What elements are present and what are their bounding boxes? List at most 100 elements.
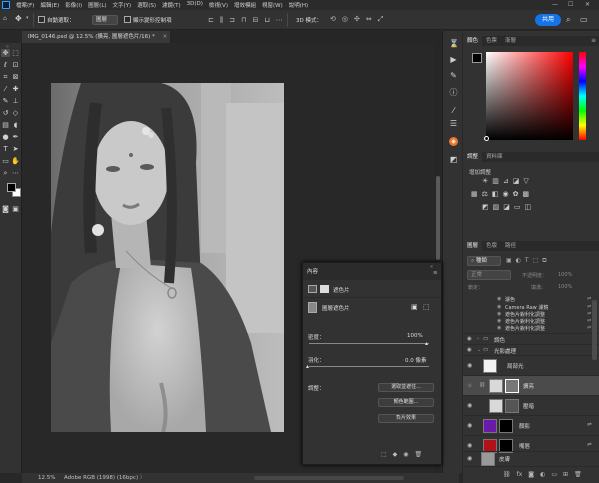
transform-controls-checkbox[interactable]	[124, 16, 131, 23]
filter-item[interactable]: 遮色片銳利化調整	[505, 325, 545, 332]
close-window-button[interactable]: ✕	[585, 1, 590, 8]
3d-pan-icon[interactable]: ✣	[354, 15, 360, 24]
eye-icon[interactable]: ◉	[497, 325, 501, 331]
gradient-map-icon[interactable]: ▭	[514, 203, 521, 211]
auto-select-dropdown[interactable]: 圖層	[92, 15, 118, 25]
pen-tool-icon[interactable]: ✒	[11, 133, 20, 141]
share-button[interactable]: 共用	[535, 14, 561, 26]
filter-options-icon[interactable]: ⇌	[587, 311, 591, 317]
menu-edit[interactable]: 編輯(E)	[40, 1, 59, 9]
eye-icon[interactable]: ◉	[497, 311, 501, 317]
pixel-mask-icon[interactable]	[308, 285, 317, 293]
horizontal-scroll-thumb[interactable]	[254, 476, 404, 480]
color-lookup-icon[interactable]: ▩	[523, 190, 530, 198]
tab-libraries[interactable]: 資料庫	[482, 152, 507, 162]
hue-saturation-icon[interactable]: ▦	[471, 190, 478, 198]
layer-row[interactable]: ◉ 局部光	[463, 355, 599, 375]
layer-row[interactable]: ◉ 皮膚	[463, 451, 599, 466]
object-select-tool-icon[interactable]: ⊡	[11, 61, 20, 69]
black-white-icon[interactable]: ◧	[492, 190, 499, 198]
eye-icon[interactable]: ◉	[497, 296, 501, 302]
layer-effects-icon[interactable]: ⇌	[587, 442, 592, 448]
navigator-icon[interactable]: ◩	[449, 155, 458, 164]
foreground-color-swatch[interactable]	[7, 183, 16, 192]
filter-item[interactable]: 濾色	[505, 296, 515, 303]
move-tool-icon[interactable]: ✥	[1, 49, 10, 57]
crop-tool-icon[interactable]: ⌗	[1, 73, 10, 81]
eye-icon[interactable]: ◉	[467, 347, 472, 353]
menu-view[interactable]: 檢視(V)	[209, 1, 228, 9]
feather-slider-handle[interactable]: ▴	[306, 363, 309, 370]
close-tab-icon[interactable]: ✕	[163, 34, 168, 40]
color-range-button[interactable]: 顏色範圍...	[378, 398, 434, 407]
3d-icon[interactable]: ◈	[449, 137, 458, 146]
layer-row[interactable]: ◉ 顏影 ⇌	[463, 415, 599, 435]
actions-icon[interactable]: ▶	[449, 55, 458, 64]
filter-options-icon[interactable]: ⇌	[587, 304, 591, 310]
density-slider-handle[interactable]: ▴	[425, 340, 428, 347]
posterize-icon[interactable]: ▨	[493, 203, 500, 211]
menu-3d[interactable]: 3D(D)	[187, 1, 203, 9]
exposure-icon[interactable]: ◪	[513, 177, 520, 185]
link-layers-icon[interactable]: ⛓	[503, 471, 511, 478]
layer-row-selected[interactable]: ◉ ⛓ 擴亮	[463, 375, 599, 395]
filter-item[interactable]: 遮色片銳利化調整	[505, 318, 545, 325]
eye-icon[interactable]: ◉	[467, 336, 472, 342]
tab-adjustments[interactable]: 調整	[463, 152, 483, 162]
eye-icon[interactable]: ◉	[467, 442, 474, 449]
menu-type[interactable]: 文字(Y)	[113, 1, 132, 9]
more-options-icon[interactable]: ⋯	[276, 16, 283, 25]
fx-icon[interactable]: fx	[517, 471, 523, 478]
eye-icon[interactable]: ◉	[467, 455, 474, 462]
home-icon[interactable]: ⌂	[3, 15, 7, 22]
feather-value[interactable]: 0.0 像素	[405, 356, 427, 364]
layer-group-row[interactable]: ◉ ⌄ ▭ 光影處理	[463, 344, 599, 355]
blend-mode-dropdown[interactable]: 正常	[467, 270, 511, 280]
eye-icon[interactable]: ◉	[467, 362, 474, 369]
status-menu-icon[interactable]: 〉	[140, 473, 145, 483]
opacity-value[interactable]: 100%	[558, 272, 572, 278]
properties-menu-icon[interactable]: ≡	[433, 270, 438, 276]
filter-pixel-icon[interactable]: ▣	[506, 257, 512, 265]
move-tool-icon[interactable]: ✥	[15, 14, 22, 23]
3d-rotate-icon[interactable]: ⟲	[330, 15, 336, 24]
layer-group-row[interactable]: ◉ › ▭ 調色	[463, 333, 599, 344]
eyedropper-tool-icon[interactable]: ⁄	[1, 85, 10, 93]
3d-slide-icon[interactable]: ⇔	[366, 15, 372, 24]
delete-mask-icon[interactable]: 🗑	[415, 451, 423, 458]
new-adjustment-icon[interactable]: ◐	[540, 471, 545, 478]
curves-icon[interactable]: ⊿	[503, 177, 509, 185]
info-icon[interactable]: ⓘ	[449, 88, 458, 97]
eye-icon[interactable]: ◉	[467, 422, 474, 429]
align-vcenter-icon[interactable]: ⊟	[252, 16, 258, 25]
3d-scale-icon[interactable]: ⤢	[378, 15, 384, 24]
blur-tool-icon[interactable]: ◖	[11, 121, 20, 129]
layer-effects-icon[interactable]: ⇌	[587, 422, 592, 428]
fill-value[interactable]: 100%	[558, 284, 572, 290]
channel-mixer-icon[interactable]: ✿	[513, 190, 519, 198]
frame-tool-icon[interactable]: ⊠	[11, 73, 20, 81]
type-tool-icon[interactable]: T	[1, 145, 10, 153]
align-right-icon[interactable]: ⊐	[229, 16, 235, 25]
document-tab[interactable]: IMG_0146.psd @ 12.5% (擴亮, 圖層遮色片/16) * ✕	[22, 31, 170, 43]
select-and-mask-button[interactable]: 選取並遮住...	[378, 383, 434, 392]
filter-shape-icon[interactable]: ⬚	[533, 257, 539, 265]
layer-mask-thumbnail[interactable]	[505, 379, 519, 393]
menu-select[interactable]: 選取(S)	[137, 1, 156, 9]
align-bottom-icon[interactable]: ⊔	[264, 16, 269, 25]
toggle-mask-visibility-icon[interactable]: ◉	[403, 451, 408, 458]
document-image[interactable]	[51, 83, 284, 432]
threshold-icon[interactable]: ◪	[503, 203, 510, 211]
tool-preset-dropdown-icon[interactable]: ▾	[26, 15, 29, 21]
dodge-tool-icon[interactable]: ●	[1, 133, 10, 141]
filter-options-icon[interactable]: ⇌	[587, 296, 591, 302]
invert-button[interactable]: 負片效果	[378, 414, 434, 423]
filter-item[interactable]: Camera Raw 濾鏡	[505, 304, 548, 311]
levels-icon[interactable]: ▥	[492, 177, 499, 185]
filter-item[interactable]: 遮色片銳利化調整	[505, 311, 545, 318]
healing-brush-tool-icon[interactable]: ✚	[11, 85, 20, 93]
tab-color[interactable]: 顏色	[463, 36, 483, 46]
color-panel-menu-icon[interactable]: ≡	[591, 37, 596, 44]
menu-layer[interactable]: 圖層(L)	[88, 1, 106, 9]
path-selection-tool-icon[interactable]: ➤	[11, 145, 20, 153]
